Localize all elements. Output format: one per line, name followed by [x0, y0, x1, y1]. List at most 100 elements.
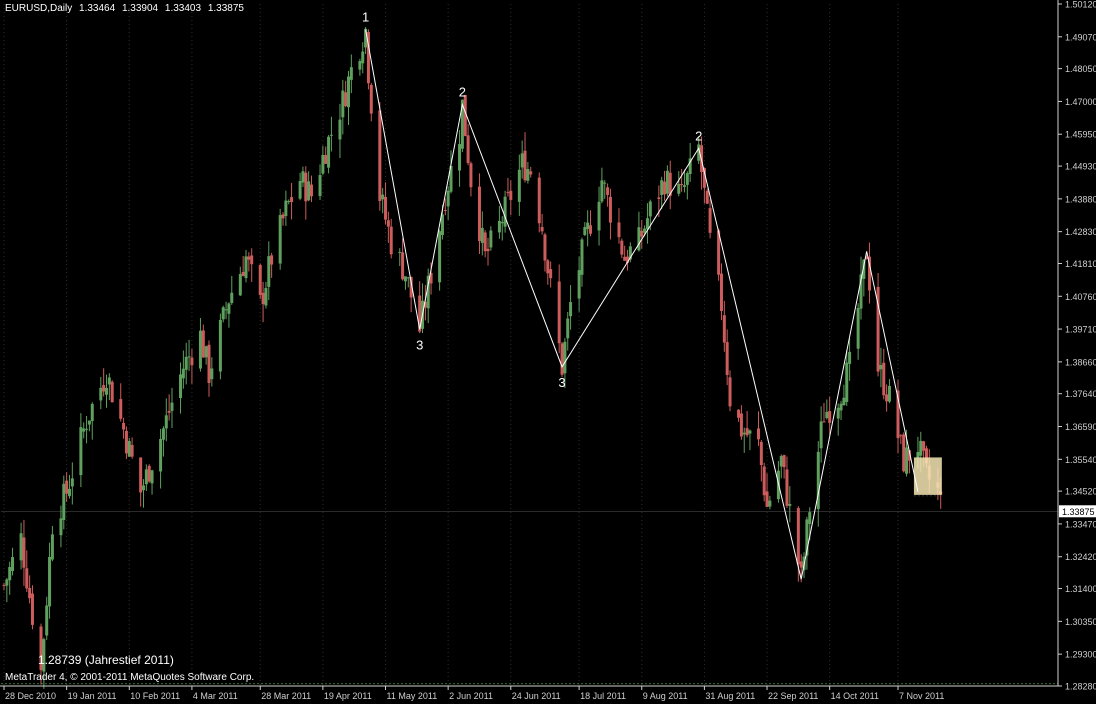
- candle-body: [338, 119, 342, 140]
- candle-body: [104, 387, 108, 395]
- candle-body: [181, 368, 185, 379]
- y-tick-label: 1.39710: [1065, 325, 1096, 335]
- price-chart[interactable]: 1 3 2 3 2 1.50120 1.49070 1.48050 1.47000 1.4595…: [0, 0, 1096, 704]
- candle-body: [65, 480, 69, 494]
- candle-body: [329, 134, 333, 136]
- candle-body: [341, 90, 345, 118]
- candle-body: [59, 518, 63, 536]
- candle-body: [67, 488, 71, 497]
- candle-body: [569, 302, 573, 317]
- candle-body: [796, 508, 800, 565]
- candle-body: [648, 201, 652, 217]
- low-value: 1.33403: [164, 3, 202, 14]
- x-tick-label: 19 Apr 2011: [324, 691, 372, 701]
- candle-body: [349, 67, 353, 80]
- candle-body: [122, 422, 126, 430]
- y-tick-label: 1.29300: [1065, 650, 1096, 660]
- candle-body: [102, 385, 106, 392]
- candle-body: [663, 181, 667, 195]
- candle-body: [5, 579, 9, 586]
- candle-body: [722, 315, 726, 343]
- candle-body: [301, 171, 305, 183]
- x-tick-label: 22 Sep 2011: [768, 691, 818, 701]
- candle-body: [517, 169, 521, 202]
- y-tick-label: 1.42830: [1065, 227, 1096, 237]
- y-tick-label: 1.35540: [1065, 455, 1096, 465]
- candle-body: [8, 567, 12, 581]
- candle-body: [742, 432, 746, 435]
- candle-body: [318, 175, 322, 197]
- candle-body: [828, 411, 832, 423]
- candle-body: [406, 277, 410, 279]
- candle-body: [785, 469, 789, 506]
- candle-body: [230, 292, 234, 303]
- candle-body: [19, 533, 23, 561]
- y-tick-label: 1.41810: [1065, 259, 1096, 269]
- y-tick-label: 1.43880: [1065, 194, 1096, 204]
- candle-body: [361, 51, 365, 64]
- candle-body: [443, 209, 447, 211]
- candle-body: [765, 491, 769, 507]
- candle-body: [682, 185, 686, 187]
- candle-body: [566, 318, 570, 339]
- candle-body: [304, 172, 308, 202]
- candle-body: [264, 287, 268, 306]
- candle-body: [45, 605, 49, 636]
- candle-body: [159, 439, 163, 472]
- candle-body: [167, 410, 171, 413]
- current-price-label: 1.33875: [1062, 507, 1095, 517]
- candle-body: [643, 228, 647, 233]
- candle-body: [446, 190, 450, 207]
- y-tick-label: 1.47000: [1065, 97, 1096, 107]
- candle-body: [62, 483, 66, 521]
- candle-body: [879, 365, 883, 370]
- zigzag-point-label: 2: [459, 85, 466, 100]
- candle-body: [705, 190, 709, 204]
- candle-body: [221, 307, 225, 320]
- candle-body: [164, 415, 168, 429]
- candle-body: [2, 584, 6, 586]
- highlight-box: [913, 457, 942, 497]
- candle-body: [398, 251, 402, 253]
- candle-body: [261, 292, 265, 305]
- candle-body: [378, 110, 382, 201]
- candle-body: [725, 342, 729, 375]
- candle-body: [107, 377, 111, 385]
- candle-body: [227, 303, 231, 314]
- candle-body: [887, 385, 891, 402]
- candle-body: [782, 455, 786, 468]
- candle-body: [557, 281, 561, 344]
- zigzag-point-label: 3: [416, 337, 423, 352]
- candle-body: [147, 465, 151, 482]
- candle-body: [543, 234, 547, 261]
- candle-body: [70, 478, 74, 487]
- candle-body: [842, 397, 846, 406]
- candle-body: [119, 399, 123, 419]
- candle-body: [179, 374, 183, 399]
- candle-body: [685, 173, 689, 185]
- candle-body: [583, 227, 587, 235]
- x-tick-label: 14 Oct 2011: [831, 691, 879, 701]
- candle-body: [79, 427, 83, 476]
- y-tick-label: 1.28280: [1065, 682, 1096, 692]
- candle-body: [369, 84, 373, 114]
- candle-body: [480, 227, 484, 243]
- candle-body: [756, 428, 760, 440]
- candle-body: [142, 485, 146, 491]
- candle-body: [799, 561, 803, 568]
- candle-body: [748, 430, 752, 434]
- y-tick-label: 1.30350: [1065, 617, 1096, 627]
- x-tick-label: 18 Jul 2011: [580, 691, 626, 701]
- candle-body: [438, 231, 442, 283]
- symbol-label: EURUSD,Daily: [5, 3, 73, 14]
- candle-body: [270, 255, 274, 265]
- candle-body: [381, 194, 385, 200]
- x-tick-label: 28 Mar 2011: [261, 691, 311, 701]
- candle-body: [540, 226, 544, 232]
- candle-body: [344, 92, 348, 107]
- x-tick-label: 2 Jun 2011: [449, 691, 493, 701]
- candle-body: [905, 447, 909, 474]
- chart-header: EURUSD,Daily 1.33464 1.33904 1.33403 1.3…: [5, 3, 248, 14]
- candle-body: [28, 587, 32, 599]
- candle-body: [184, 356, 188, 370]
